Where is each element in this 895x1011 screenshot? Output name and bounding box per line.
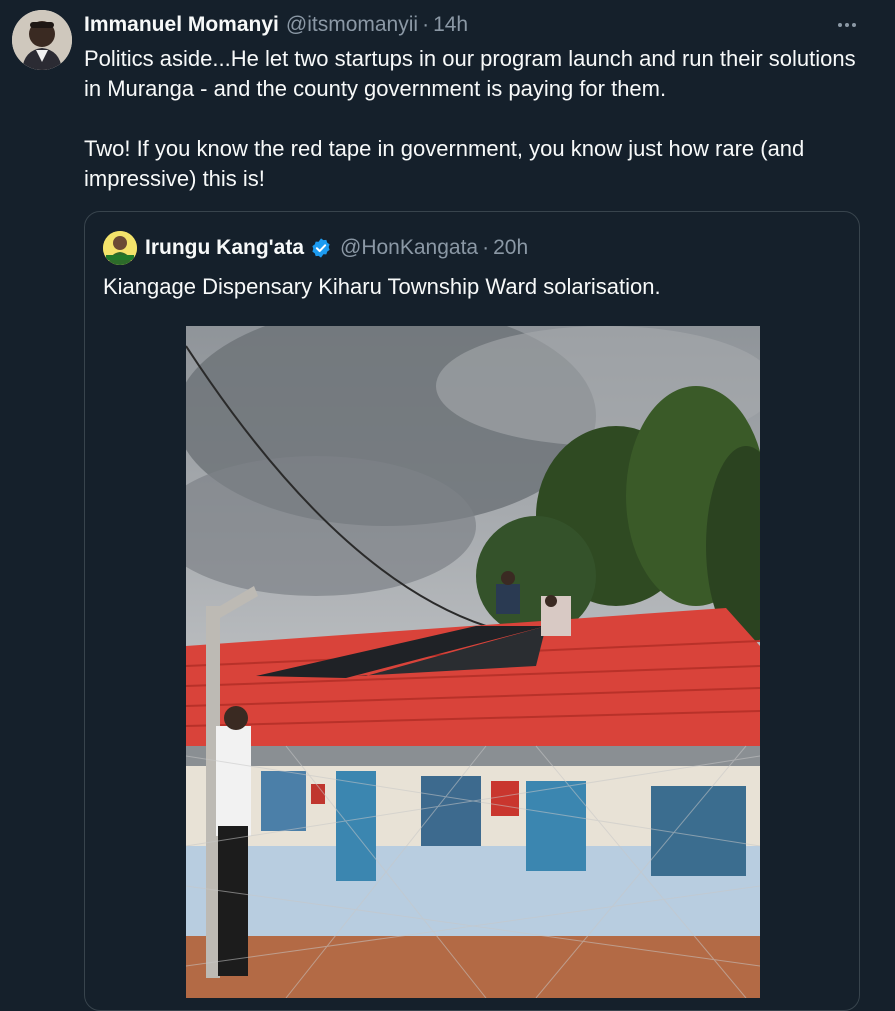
author-avatar-image xyxy=(12,10,72,70)
tweet-paragraph: Two! If you know the red tape in governm… xyxy=(84,136,805,191)
tweet-paragraph: Politics aside...He let two startups in … xyxy=(84,46,856,101)
quoted-author-avatar[interactable] xyxy=(103,231,137,265)
separator-dot: · xyxy=(422,13,430,36)
quoted-author-avatar-image xyxy=(103,231,137,265)
verified-badge-icon xyxy=(310,237,332,259)
tweet-text: Politics aside...He let two startups in … xyxy=(84,44,864,194)
quoted-author-name[interactable]: Irungu Kang'ata xyxy=(145,236,304,260)
quoted-tweet-timestamp[interactable]: 20h xyxy=(493,236,528,260)
tweet-header: Immanuel Momanyi @itsmomanyii · 14h xyxy=(84,12,468,38)
tweet[interactable]: Immanuel Momanyi @itsmomanyii · 14h Poli… xyxy=(0,0,895,1011)
quoted-author-handle[interactable]: @HonKangata xyxy=(340,236,478,260)
solar-roof-photo xyxy=(186,326,760,998)
author-avatar[interactable] xyxy=(12,10,72,70)
quoted-tweet-text: Kiangage Dispensary Kiharu Township Ward… xyxy=(103,274,661,299)
author-handle[interactable]: @itsmomanyii xyxy=(286,13,418,37)
more-options-button[interactable] xyxy=(833,12,861,38)
more-horizontal-icon xyxy=(838,23,856,27)
tweet-timestamp[interactable]: 14h xyxy=(433,13,468,37)
author-name[interactable]: Immanuel Momanyi xyxy=(84,13,279,37)
quoted-tweet-header: Irungu Kang'ata @HonKangata · 20h xyxy=(103,231,528,265)
separator-dot: · xyxy=(482,236,490,259)
quoted-tweet-photo[interactable] xyxy=(186,326,760,998)
quoted-tweet[interactable]: Irungu Kang'ata @HonKangata · 20h Kianga… xyxy=(84,211,860,1011)
